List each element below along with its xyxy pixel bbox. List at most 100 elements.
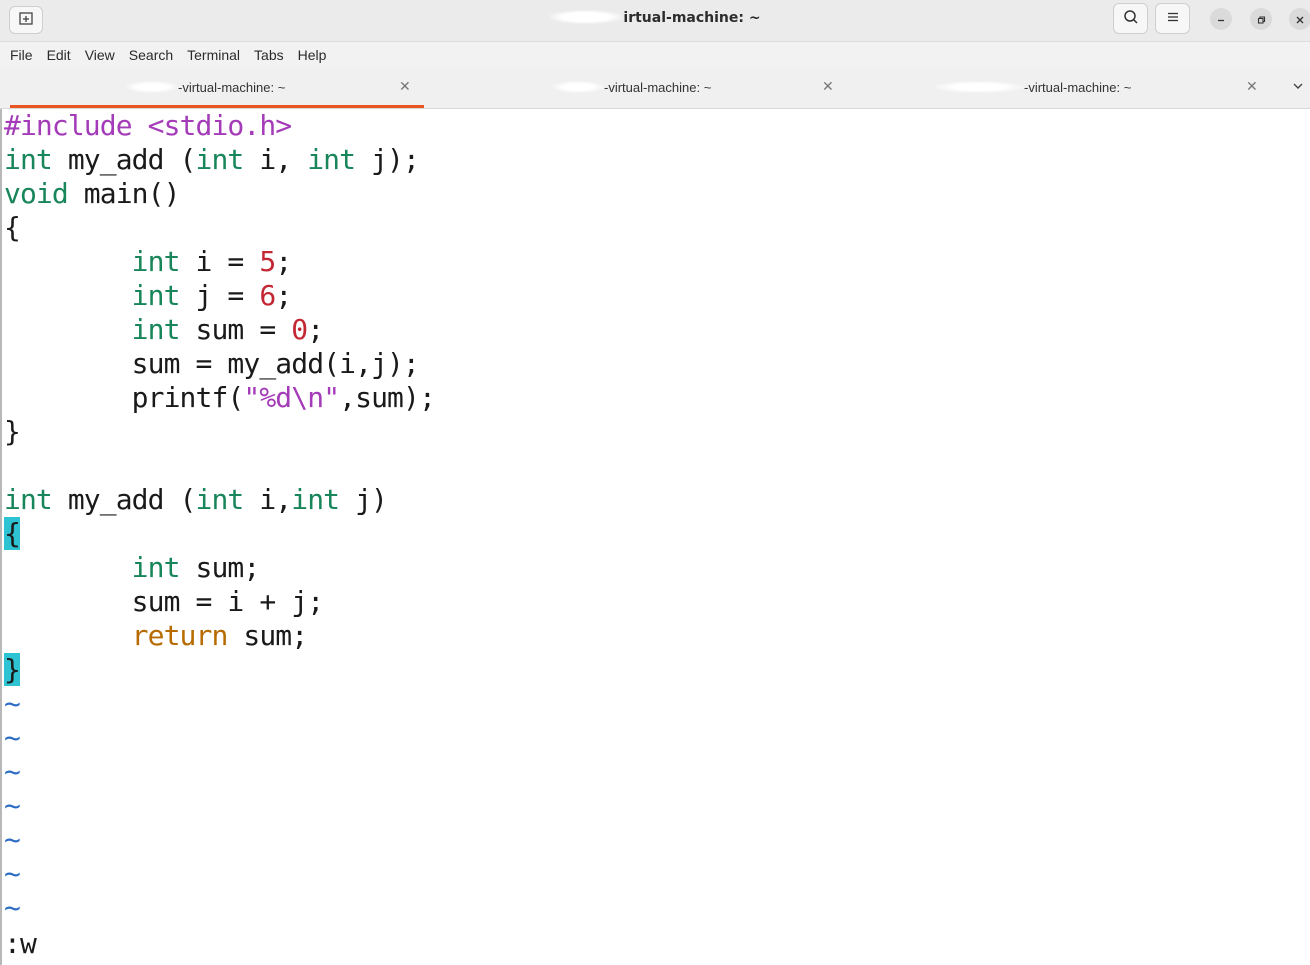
code-token: int [4, 143, 53, 176]
code-token: int [131, 279, 181, 312]
code-token: int [195, 143, 245, 176]
code-line: ~ [4, 891, 435, 925]
empty-line-marker: ~ [4, 721, 21, 754]
code-token: sum = my_add(i,j); [4, 347, 420, 380]
code-token: ; [307, 313, 324, 346]
code-token: i, [243, 143, 308, 176]
redacted-username [552, 81, 604, 93]
code-line: printf("%d\n",sum); [4, 381, 436, 415]
tabs-dropdown-button[interactable] [1292, 80, 1304, 96]
menu-file[interactable]: File [3, 42, 40, 68]
code-token: int [131, 245, 181, 278]
menu-terminal[interactable]: Terminal [180, 42, 247, 68]
code-area[interactable]: #include <stdio.h> int my_add (int i, int… [4, 109, 436, 925]
code-token: sum; [179, 551, 261, 584]
menu-search[interactable]: Search [122, 42, 180, 68]
minimize-icon [1216, 10, 1226, 29]
chevron-down-icon [1292, 80, 1304, 96]
tab-label: -virtual-machine: ~ [552, 80, 711, 95]
code-token: void [4, 177, 69, 210]
code-token: int [195, 483, 245, 516]
hamburger-menu-icon [1166, 9, 1180, 28]
redacted-username [934, 81, 1024, 93]
menu-tabs[interactable]: Tabs [247, 42, 291, 68]
code-line: int sum = 0; [4, 313, 435, 347]
code-token: " [243, 381, 260, 414]
code-token: 0 [291, 313, 308, 346]
code-token: ; [275, 279, 292, 312]
empty-line-marker: ~ [4, 687, 21, 720]
tab-3[interactable]: -virtual-machine: ~ ✕ [848, 68, 1272, 108]
code-token: my_add ( [51, 143, 197, 176]
code-token: " [323, 381, 340, 414]
code-token: j); [355, 143, 420, 176]
code-token: main() [67, 177, 181, 210]
active-tab-indicator [10, 105, 424, 108]
code-token: %d\n [259, 381, 324, 414]
code-token: j = [179, 279, 260, 312]
minimize-button[interactable] [1210, 8, 1232, 30]
menu-bar: File Edit View Search Terminal Tabs Help [0, 42, 1310, 68]
code-token: { [4, 211, 21, 244]
code-line: sum = my_add(i,j); [4, 347, 435, 381]
redacted-username [549, 10, 624, 24]
code-line: ~ [4, 857, 435, 891]
tab-1[interactable]: -virtual-machine: ~ ✕ [0, 68, 424, 108]
code-token: int [291, 483, 340, 516]
code-token: sum; [227, 619, 308, 652]
code-line: { [4, 517, 435, 551]
search-button[interactable] [1113, 3, 1148, 34]
code-token: printf( [4, 381, 245, 414]
restore-icon [1256, 10, 1266, 29]
maximize-button[interactable] [1250, 8, 1272, 30]
tab-2[interactable]: -virtual-machine: ~ ✕ [424, 68, 848, 108]
code-line: return sum; [4, 619, 435, 653]
code-line: #include <stdio.h> [4, 109, 435, 143]
code-token: int [131, 551, 181, 584]
menu-button[interactable] [1155, 3, 1190, 34]
code-line: ~ [4, 789, 435, 823]
code-token: #include <stdio.h> [4, 109, 292, 142]
terminal-editor[interactable]: #include <stdio.h> int my_add (int i, int… [0, 109, 1310, 965]
redacted-username [126, 81, 178, 93]
code-line: int i = 5; [4, 245, 435, 279]
menu-view[interactable]: View [78, 42, 122, 68]
code-token: } [4, 415, 21, 448]
tab-bar: -virtual-machine: ~ ✕ -virtual-machine: … [0, 68, 1310, 109]
code-line: int sum; [4, 551, 435, 585]
code-line: } [4, 653, 435, 687]
tab-label: -virtual-machine: ~ [126, 80, 285, 95]
code-token: ,sum); [339, 381, 436, 414]
search-icon [1123, 9, 1139, 29]
code-token: j) [339, 483, 388, 516]
code-line: ~ [4, 687, 435, 721]
vim-command-line[interactable]: :w [4, 927, 37, 961]
close-icon[interactable]: ✕ [1246, 80, 1258, 94]
code-token: int [4, 483, 53, 516]
close-icon[interactable]: ✕ [822, 80, 834, 94]
code-line: ~ [4, 755, 435, 789]
empty-line-marker: ~ [4, 755, 21, 788]
code-line: sum = i + j; [4, 585, 435, 619]
code-line: void main() [4, 177, 435, 211]
empty-line-marker: ~ [4, 857, 21, 890]
menu-help[interactable]: Help [291, 42, 334, 68]
close-icon[interactable]: ✕ [399, 80, 411, 94]
code-token: { [4, 517, 21, 550]
close-button[interactable] [1289, 8, 1310, 30]
code-token: 6 [259, 279, 276, 312]
empty-line-marker: ~ [4, 789, 21, 822]
code-line: int my_add (int i,int j) [4, 483, 435, 517]
empty-line-marker: ~ [4, 823, 21, 856]
code-token: i = [179, 245, 260, 278]
menu-edit[interactable]: Edit [40, 42, 78, 68]
code-token: sum = [179, 313, 292, 346]
code-token: 5 [259, 245, 276, 278]
empty-line-marker: ~ [4, 891, 21, 924]
